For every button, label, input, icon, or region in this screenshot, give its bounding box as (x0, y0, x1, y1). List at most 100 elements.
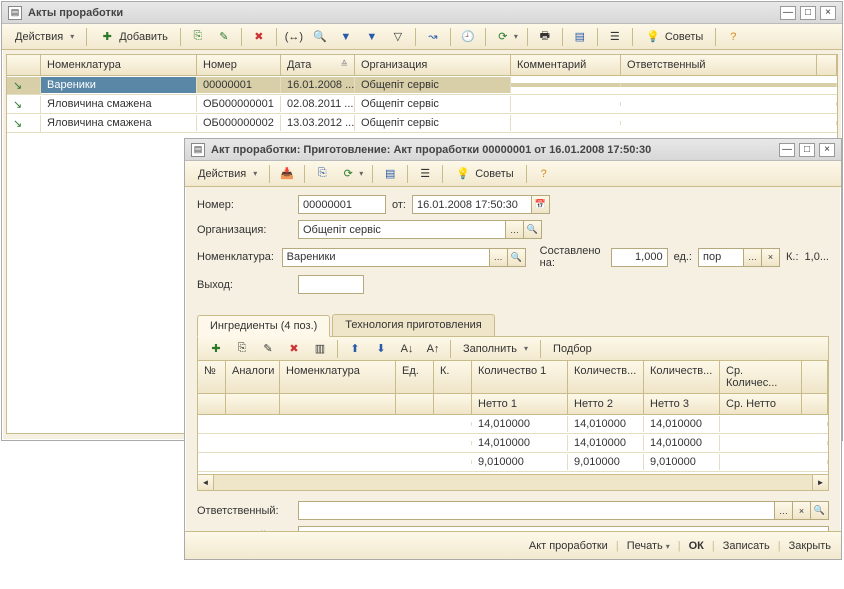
minimize-button[interactable]: — (779, 143, 795, 157)
org-search-button[interactable]: 🔍 (524, 220, 542, 239)
unit-clear-button[interactable]: × (762, 248, 780, 267)
tips-button[interactable]: 💡Советы (448, 164, 520, 184)
fill-menu[interactable]: Заполнить (456, 339, 535, 359)
help-button[interactable]: ? (532, 164, 556, 184)
ig-row[interactable]: 14,010000 14,010000 14,010000 (198, 415, 828, 434)
close-button[interactable]: × (820, 6, 836, 20)
move-button[interactable]: ↝ (421, 27, 445, 47)
resp-search-button[interactable]: 🔍 (811, 501, 829, 520)
filter2-button[interactable]: ▼ (360, 27, 384, 47)
pick-button[interactable]: Подбор (546, 339, 599, 359)
unit-dots-button[interactable]: … (744, 248, 762, 267)
cell-resp (621, 102, 837, 106)
doc-button[interactable]: ▤ (378, 164, 402, 184)
col-sq[interactable]: Ср. Количес... (720, 361, 802, 393)
col-q2[interactable]: Количеств... (568, 361, 644, 393)
add-button[interactable]: ✚Добавить (92, 27, 175, 47)
copy-button[interactable]: ⎘ (186, 27, 210, 47)
col-k[interactable]: К. (434, 361, 472, 393)
row-edit-button[interactable]: ✎ (256, 339, 280, 359)
nom-dots-button[interactable]: … (490, 248, 508, 267)
maximize-button[interactable]: □ (799, 143, 815, 157)
print-button[interactable]: 🖶 (533, 27, 557, 47)
close-button[interactable]: Закрыть (789, 540, 831, 552)
delete-button[interactable]: ✖ (247, 27, 271, 47)
scroll-left-button[interactable]: ◄ (198, 475, 214, 490)
col-ed[interactable]: Ед. (396, 361, 434, 393)
clear-filter-button[interactable]: ▽ (386, 27, 410, 47)
col-ic[interactable] (7, 55, 41, 75)
help-button[interactable]: ? (721, 27, 745, 47)
tips-button[interactable]: 💡Советы (638, 27, 710, 47)
tab-technology[interactable]: Технология приготовления (332, 314, 494, 336)
col-sn[interactable]: Ср. Нетто (720, 394, 802, 414)
nom-search-button[interactable]: 🔍 (508, 248, 526, 267)
ig-row[interactable]: 9,010000 9,010000 9,010000 (198, 453, 828, 472)
find-button[interactable]: 🔍 (308, 27, 332, 47)
minimize-button[interactable]: — (780, 6, 796, 20)
close-button[interactable]: × (819, 143, 835, 157)
col-num[interactable]: Номер (197, 55, 281, 75)
col-n1[interactable]: Нетто 1 (472, 394, 568, 414)
row-down-button[interactable]: ⬇ (369, 339, 393, 359)
period-button[interactable]: (↔) (282, 27, 306, 47)
copyfrom-button[interactable]: ⎘ (310, 164, 334, 184)
row-delete-button[interactable]: ✖ (282, 339, 306, 359)
ok-button[interactable]: ОК (689, 540, 704, 552)
ingredients-grid: № Аналоги Номенклатура Ед. К. Количество… (197, 361, 829, 475)
table-row[interactable]: ↘ Вареники 00000001 16.01.2008 ... Общеп… (7, 76, 837, 95)
list-button[interactable]: ☰ (413, 164, 437, 184)
actions-menu[interactable]: Действия (8, 27, 81, 47)
col-nom2[interactable]: Номенклатура (280, 361, 396, 393)
col-n[interactable]: № (198, 361, 226, 393)
col-nom[interactable]: Номенклатура (41, 55, 197, 75)
col-an[interactable]: Аналоги (226, 361, 280, 393)
col-n2[interactable]: Нетто 2 (568, 394, 644, 414)
refresh-button[interactable]: ⟳ (491, 27, 522, 47)
save-button[interactable]: 📥 (275, 164, 299, 184)
save-button[interactable]: Записать (723, 540, 770, 552)
separator (86, 28, 87, 46)
col-resp[interactable]: Ответственный (621, 55, 817, 75)
actions-menu[interactable]: Действия (191, 164, 264, 184)
doc-button[interactable]: ▤ (568, 27, 592, 47)
qty-input[interactable]: 1,000 (611, 248, 667, 267)
table-row[interactable]: ↘ Яловичина смажена ОБ000000002 13.03.20… (7, 114, 837, 133)
date-picker-button[interactable]: 📅 (532, 195, 550, 214)
resp-clear-button[interactable]: × (793, 501, 811, 520)
filter-button[interactable]: ▼ (334, 27, 358, 47)
sort-asc-button[interactable]: A↓ (395, 339, 419, 359)
scroll-right-button[interactable]: ► (812, 475, 828, 490)
row-up-button[interactable]: ⬆ (343, 339, 367, 359)
col-comm[interactable]: Комментарий (511, 55, 621, 75)
tab-ingredients[interactable]: Ингредиенты (4 поз.) (197, 315, 330, 337)
org-input[interactable]: Общепіт сервіс (298, 220, 506, 239)
col-q1[interactable]: Количество 1 (472, 361, 568, 393)
col-q3[interactable]: Количеств... (644, 361, 720, 393)
edit-button[interactable]: ✎ (212, 27, 236, 47)
list-button[interactable]: ☰ (603, 27, 627, 47)
col-n3[interactable]: Нетто 3 (644, 394, 720, 414)
table-row[interactable]: ↘ Яловичина смажена ОБ000000001 02.08.20… (7, 95, 837, 114)
date-input[interactable]: 16.01.2008 17:50:30 (412, 195, 532, 214)
refresh-button[interactable]: ⟳ (336, 164, 367, 184)
ig-row[interactable]: 14,010000 14,010000 14,010000 (198, 434, 828, 453)
out-input[interactable] (298, 275, 364, 294)
org-dots-button[interactable]: … (506, 220, 524, 239)
col-date[interactable]: Дата≙ (281, 55, 355, 75)
nom-input[interactable]: Вареники (282, 248, 490, 267)
resp-dots-button[interactable]: … (775, 501, 793, 520)
num-input[interactable]: 00000001 (298, 195, 386, 214)
unit-input[interactable]: пор (698, 248, 744, 267)
resp-input[interactable] (298, 501, 775, 520)
row-add-button[interactable]: ✚ (204, 339, 228, 359)
row-clear-button[interactable]: ▥ (308, 339, 332, 359)
sort-desc-button[interactable]: A↑ (421, 339, 445, 359)
h-scrollbar[interactable]: ◄ ► (197, 475, 829, 491)
row-copy-button[interactable]: ⎘ (230, 339, 254, 359)
print-button[interactable]: Печать (627, 540, 670, 552)
act-button[interactable]: Акт проработки (529, 540, 608, 552)
maximize-button[interactable]: □ (800, 6, 816, 20)
col-org[interactable]: Организация (355, 55, 511, 75)
nav-button[interactable]: 🕘 (456, 27, 480, 47)
